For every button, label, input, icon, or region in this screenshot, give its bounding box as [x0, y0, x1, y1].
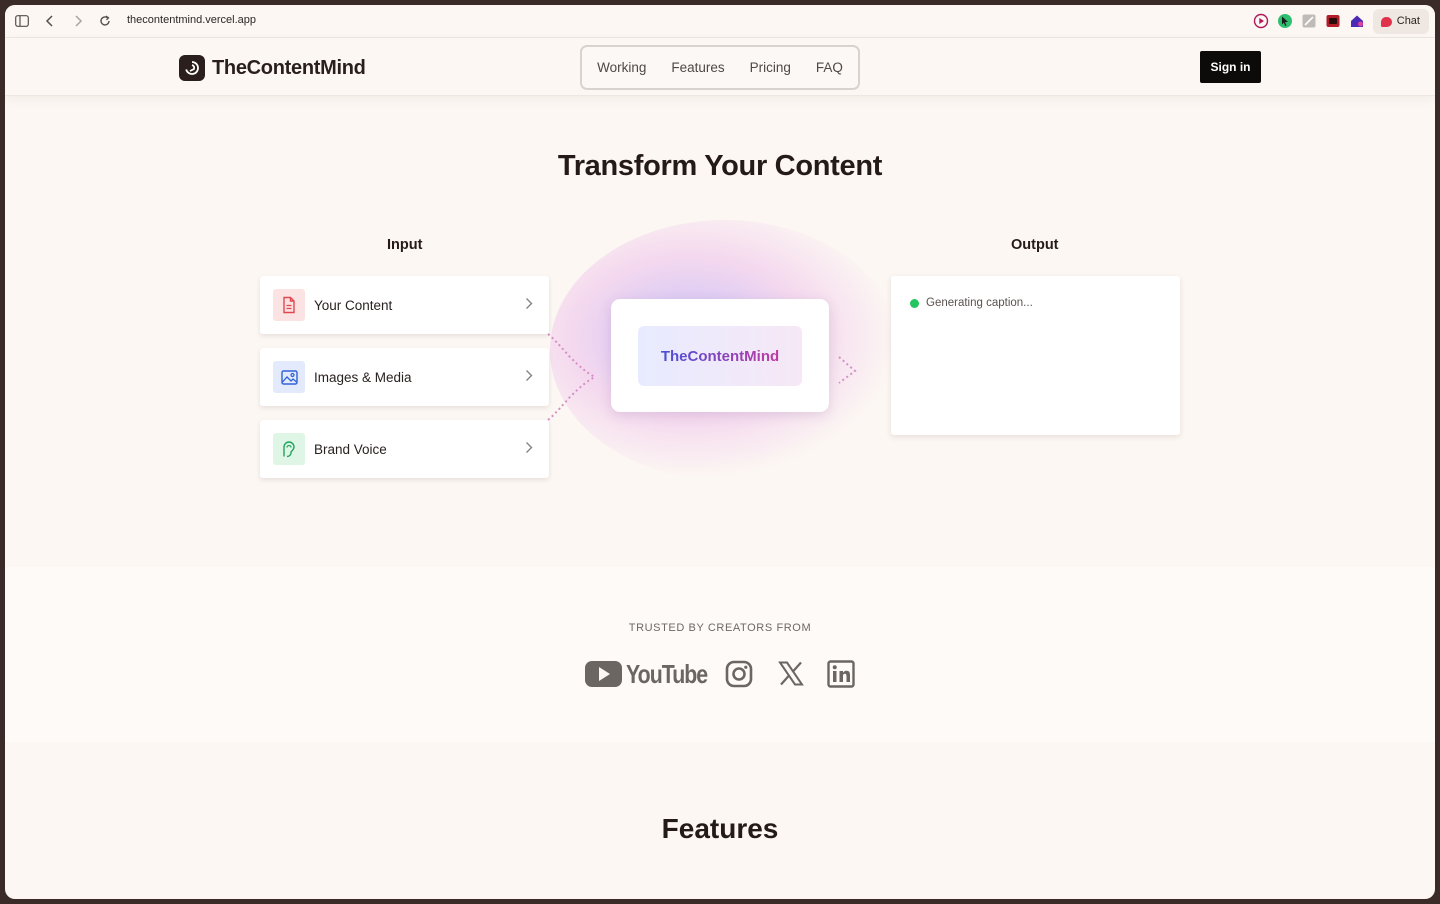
- input-card-images-media[interactable]: Images & Media: [260, 348, 549, 406]
- input-card-label: Images & Media: [314, 369, 412, 385]
- flow-connectors: [482, 312, 857, 442]
- chevron-right-icon: [526, 370, 533, 381]
- trusted-label: TRUSTED BY CREATORS FROM: [628, 622, 812, 634]
- chevron-right-icon: [526, 298, 533, 309]
- instagram-logo: [725, 660, 753, 696]
- generation-status: Generating caption...: [910, 297, 1033, 309]
- browser-window: thecontentmind.vercel.app Chat TheConten…: [5, 5, 1435, 899]
- x-logo: [778, 661, 804, 697]
- input-card-brand-voice[interactable]: Brand Voice: [260, 420, 549, 478]
- youtube-logo: YouTube: [585, 656, 708, 692]
- input-card-your-content[interactable]: Your Content: [260, 276, 549, 334]
- image-icon: [273, 361, 305, 393]
- trusted-section: [5, 567, 1435, 742]
- features-title: Features: [661, 813, 779, 844]
- status-text: Generating caption...: [926, 297, 1033, 309]
- input-card-label: Your Content: [314, 297, 393, 313]
- engine-badge: TheContentMind: [638, 326, 802, 386]
- status-dot-icon: [910, 298, 919, 308]
- linkedin-logo: [827, 660, 855, 696]
- engine-name: TheContentMind: [660, 347, 780, 365]
- document-icon: [273, 289, 305, 321]
- input-card-label: Brand Voice: [314, 441, 387, 457]
- youtube-wordmark: YouTube: [626, 659, 708, 689]
- engine-card: TheContentMind: [611, 299, 829, 412]
- voice-icon: [273, 433, 305, 465]
- chevron-right-icon: [526, 442, 533, 453]
- output-card: Generating caption...: [891, 276, 1180, 435]
